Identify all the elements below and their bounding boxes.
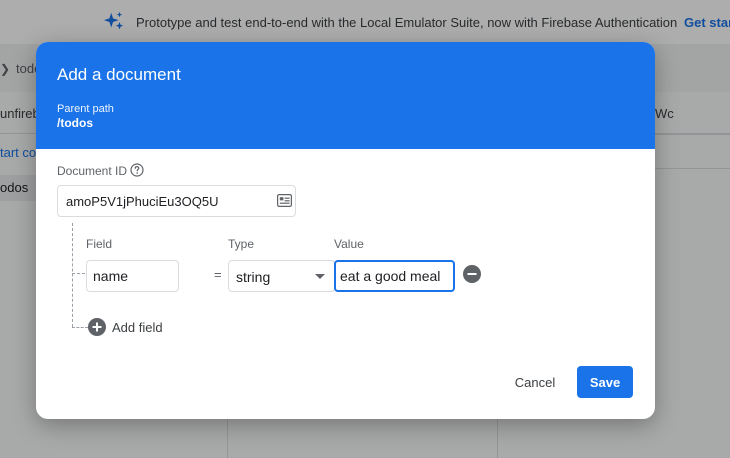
field-value-input[interactable]: [334, 260, 455, 292]
auto-id-icon[interactable]: [277, 194, 292, 207]
value-column-label: Value: [334, 237, 364, 251]
remove-field-icon[interactable]: [463, 265, 481, 283]
document-id-input[interactable]: [57, 185, 296, 217]
field-column-label: Field: [86, 237, 113, 251]
type-select-value: string: [236, 269, 271, 285]
dropdown-caret-icon: [315, 274, 325, 279]
type-select[interactable]: string: [228, 260, 335, 292]
add-circle-icon: [88, 318, 106, 336]
cancel-button[interactable]: Cancel: [504, 366, 566, 398]
tree-connector: [72, 273, 85, 274]
tree-connector: [72, 223, 73, 327]
help-icon[interactable]: [130, 163, 144, 177]
type-column-label: Type: [228, 237, 255, 251]
dialog-header: Add a document Parent path /todos: [36, 42, 655, 149]
tree-connector: [72, 327, 88, 328]
document-id-label: Document ID: [57, 164, 128, 178]
dialog-title: Add a document: [57, 65, 181, 84]
parent-path-value: /todos: [57, 116, 93, 130]
field-name-input[interactable]: [86, 260, 179, 292]
parent-path-label: Parent path: [57, 103, 114, 115]
save-button[interactable]: Save: [577, 366, 633, 398]
add-field-label: Add field: [112, 320, 163, 335]
add-document-dialog: Add a document Parent path /todos Docume…: [36, 42, 655, 419]
equals-sign: =: [214, 267, 222, 282]
